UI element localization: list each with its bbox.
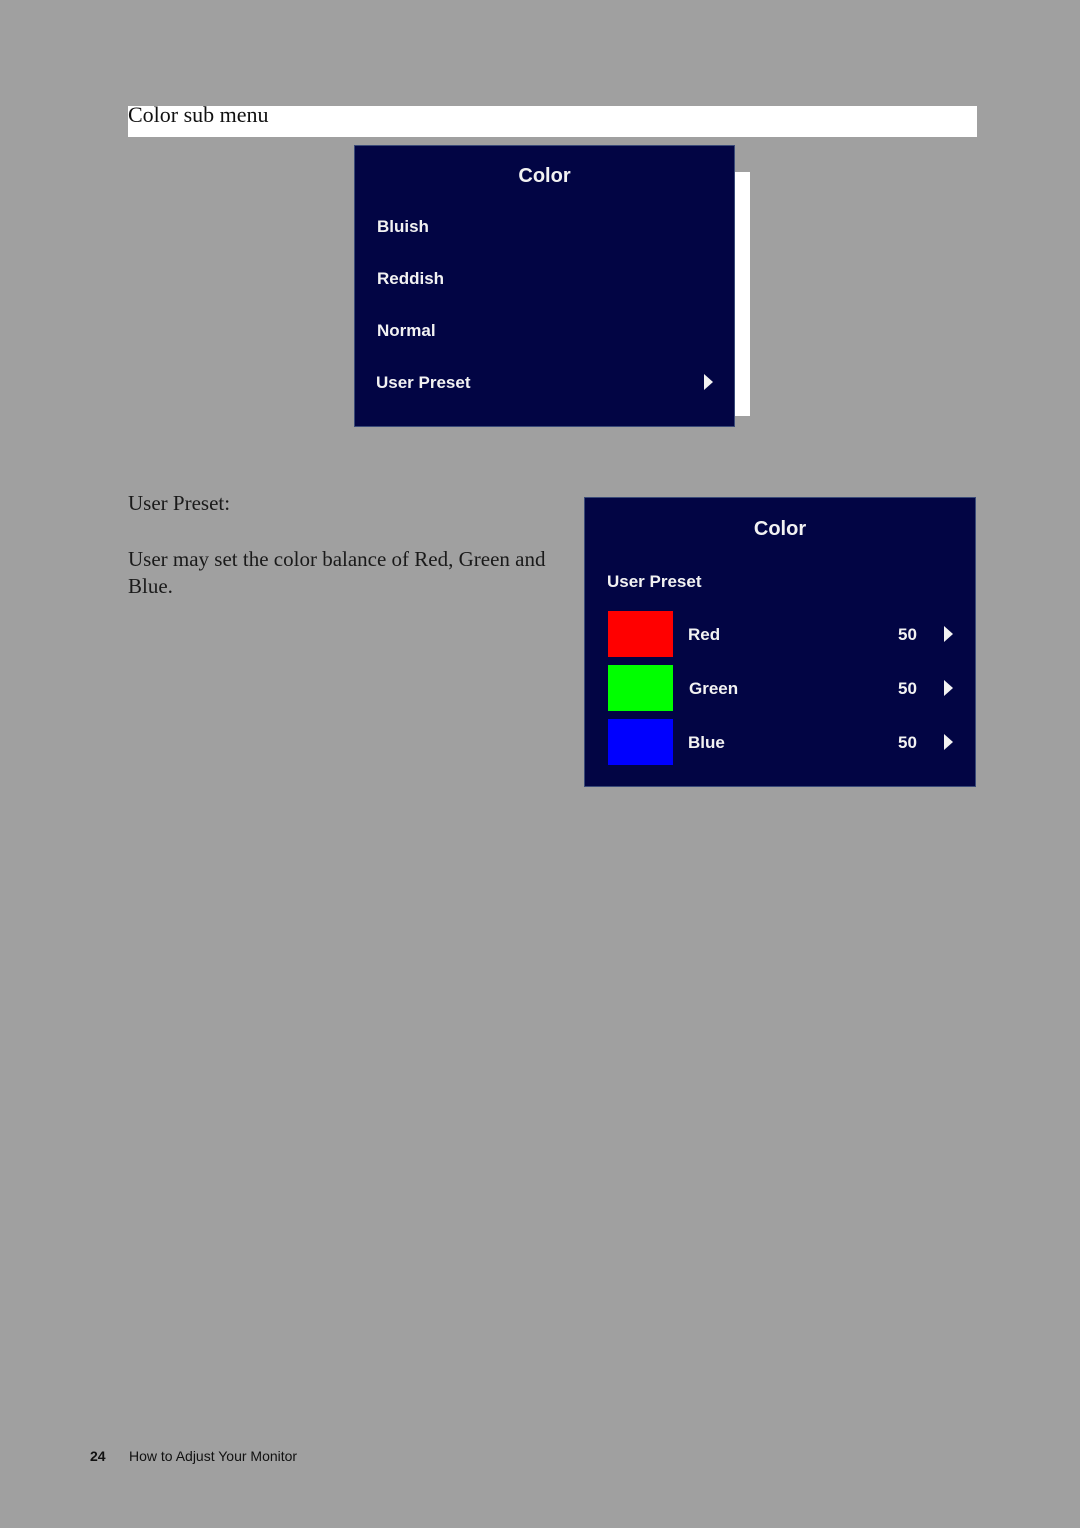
osd-color-menu: Color Bluish Reddish Normal User Preset — [354, 145, 735, 427]
description-text: User may set the color balance of Red, G… — [128, 547, 546, 598]
chevron-right-icon[interactable] — [944, 626, 953, 642]
green-value: 50 — [898, 679, 917, 698]
menu-item-reddish[interactable]: Reddish — [377, 269, 444, 289]
menu-item-normal[interactable]: Normal — [377, 321, 436, 341]
osd-shadow — [735, 172, 750, 416]
menu-item-bluish[interactable]: Bluish — [377, 217, 429, 237]
page-number: 24 — [90, 1448, 106, 1464]
blue-label[interactable]: Blue — [688, 733, 725, 753]
menu-item-user-preset[interactable]: User Preset — [376, 373, 471, 393]
red-label[interactable]: Red — [688, 625, 720, 645]
osd-subtitle: User Preset — [607, 572, 702, 591]
chevron-right-icon[interactable] — [944, 680, 953, 696]
chapter-title: How to Adjust Your Monitor — [129, 1448, 298, 1464]
green-label[interactable]: Green — [689, 679, 738, 699]
chevron-right-icon[interactable] — [704, 374, 713, 390]
chevron-right-icon[interactable] — [944, 734, 953, 750]
section-header: Color sub menu — [128, 102, 977, 137]
osd-user-preset: Color User Preset Red 50 Green 50 Blue 5… — [584, 497, 976, 787]
red-value: 50 — [898, 625, 917, 644]
osd-title: Color — [518, 165, 571, 187]
blue-swatch — [608, 719, 673, 765]
description-heading: User Preset: — [128, 491, 231, 515]
blue-value: 50 — [898, 733, 917, 752]
section-title: Color sub menu — [128, 102, 269, 127]
osd-title: Color — [753, 518, 807, 540]
green-swatch — [608, 665, 673, 711]
red-swatch — [608, 611, 673, 657]
